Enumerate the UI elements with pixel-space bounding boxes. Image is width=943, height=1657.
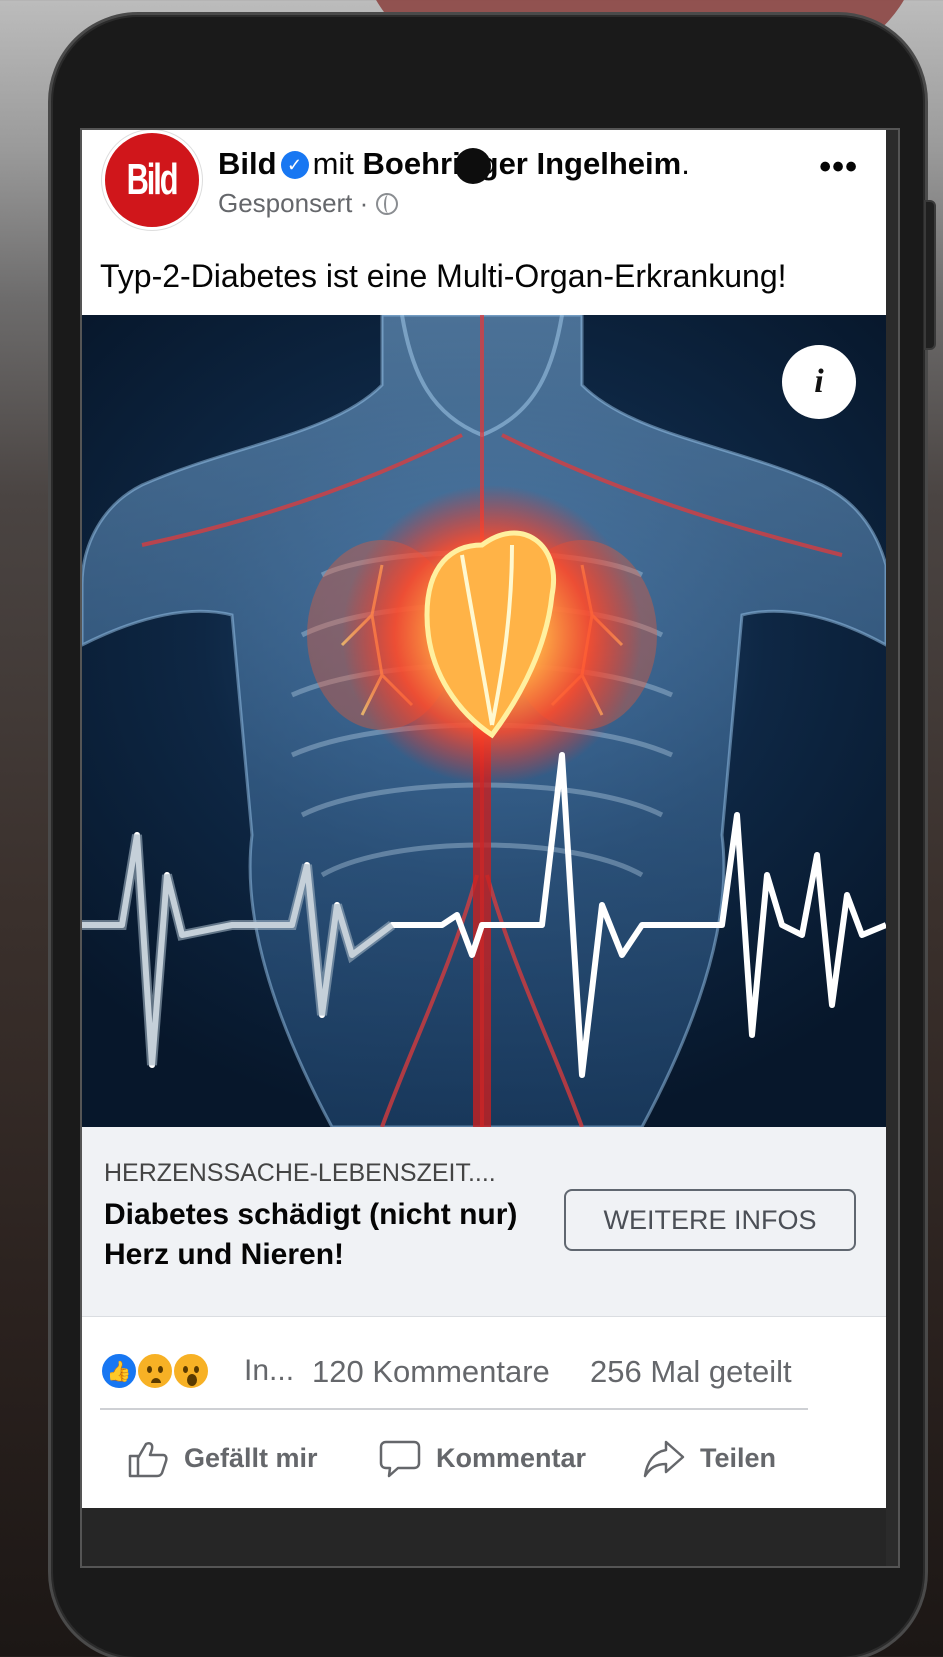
like-label: Gefällt mir bbox=[184, 1442, 318, 1473]
divider bbox=[100, 1408, 808, 1410]
more-info-button[interactable]: WEITERE INFOS bbox=[564, 1189, 856, 1251]
like-button[interactable]: Gefällt mir bbox=[126, 1430, 318, 1486]
page-avatar[interactable]: Bild bbox=[102, 130, 202, 230]
more-options-icon[interactable]: ••• bbox=[819, 148, 858, 187]
share-arrow-icon bbox=[643, 1440, 685, 1478]
with-word: mit bbox=[312, 146, 354, 181]
share-label: Teilen bbox=[700, 1442, 777, 1473]
verified-badge-icon: ✓ bbox=[280, 151, 309, 179]
shares-count[interactable]: 256 Mal geteilt bbox=[590, 1354, 792, 1390]
facebook-post: Bild Bild ✓ mit Boehringer Ingelheim. Gesp… bbox=[82, 130, 886, 1508]
comment-icon bbox=[379, 1440, 421, 1478]
thumbs-up-icon bbox=[128, 1441, 168, 1478]
ad-image[interactable]: i bbox=[82, 315, 886, 1127]
page-name-link[interactable]: Bild bbox=[218, 146, 277, 181]
comment-label: Kommentar bbox=[436, 1442, 587, 1473]
post-author-line: Bild ✓ mit Boehringer Ingelheim. bbox=[218, 146, 690, 182]
globe-icon bbox=[375, 193, 398, 215]
reaction-count[interactable]: In... bbox=[244, 1354, 294, 1388]
post-meta: Gesponsert · bbox=[218, 188, 398, 219]
comments-count[interactable]: 120 Kommentare bbox=[312, 1354, 550, 1390]
info-icon[interactable]: i bbox=[782, 345, 856, 419]
front-camera bbox=[455, 148, 491, 184]
phone-screen: Bild Bild ✓ mit Boehringer Ingelheim. Gesp… bbox=[80, 128, 900, 1568]
partner-suffix: . bbox=[681, 146, 690, 181]
card-title: Diabetes schädigt (nicht nur) Herz und N… bbox=[104, 1198, 518, 1271]
sponsored-label: Gesponsert · bbox=[218, 188, 369, 218]
link-card[interactable]: HERZENSSACHE-LEBENSZEIT.... Diabetes sch… bbox=[82, 1127, 886, 1317]
card-domain: HERZENSSACHE-LEBENSZEIT.... bbox=[104, 1159, 496, 1187]
phone-side-button bbox=[924, 200, 936, 350]
action-bar: Gefällt mir Kommentar Teilen bbox=[82, 1412, 886, 1508]
like-icon: 👍 bbox=[100, 1352, 138, 1390]
sad-icon bbox=[136, 1352, 174, 1390]
reactions-bar: 👍 In... 120 Kommentare 256 Mal geteilt bbox=[100, 1338, 880, 1408]
share-button[interactable]: Teilen bbox=[642, 1430, 776, 1486]
post-text: Typ-2-Diabetes ist eine Multi-Organ-Erkr… bbox=[100, 258, 787, 294]
comment-button[interactable]: Kommentar bbox=[378, 1430, 586, 1486]
screen-bottom-area bbox=[82, 1508, 886, 1566]
partner-name-link[interactable]: Boehringer Ingelheim bbox=[363, 146, 682, 181]
wow-icon bbox=[172, 1352, 210, 1390]
anatomy-illustration bbox=[82, 315, 886, 1127]
avatar-logo-text: Bild bbox=[127, 155, 179, 204]
